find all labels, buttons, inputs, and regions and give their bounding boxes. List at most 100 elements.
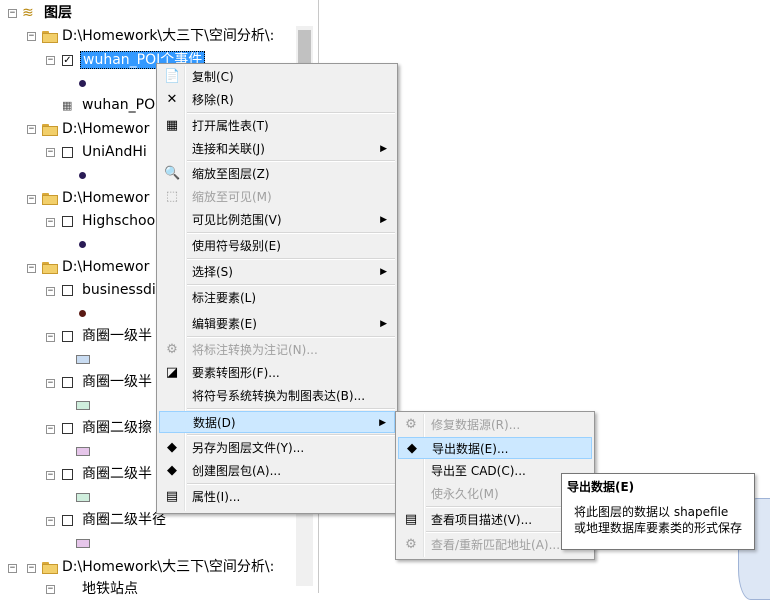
collapse-toggle[interactable]: − (46, 218, 55, 227)
layer-visibility-checkbox[interactable] (62, 216, 73, 227)
layer-name[interactable]: 商圈一级半 (82, 325, 152, 347)
layer-name[interactable]: 地铁站点 (82, 578, 138, 600)
tooltip-title: 导出数据(E) (567, 480, 635, 494)
tooltip-line: 将此图层的数据以 shapefile (574, 505, 729, 519)
menu-item-label: 缩放至图层(Z) (192, 167, 270, 181)
collapse-toggle[interactable]: − (46, 517, 55, 526)
layer-visibility-checkbox[interactable] (62, 147, 73, 158)
menu-item-label: 将标注转换为注记(N)... (192, 343, 318, 357)
collapse-toggle[interactable]: − (46, 379, 55, 388)
polygon-symbol-swatch (76, 355, 90, 364)
layer-visibility-checkbox[interactable] (62, 331, 73, 342)
folder-icon (42, 193, 58, 205)
group-path[interactable]: D:\Homework\大三下\空间分析\: (62, 556, 274, 578)
menu-item-label: 另存为图层文件(Y)... (192, 441, 305, 455)
layer-visibility-checkbox[interactable] (62, 377, 73, 388)
copy-icon: 📄 (164, 69, 181, 84)
collapse-toggle[interactable]: − (8, 564, 17, 573)
menu-item-label: 属性(I)... (192, 490, 241, 504)
folder-icon (42, 562, 58, 574)
context-menu-item-12[interactable]: ◪ 要素转图形(F)... (159, 362, 395, 384)
layer-name[interactable]: businessdi (82, 279, 156, 301)
point-symbol-icon (79, 80, 86, 87)
collapse-toggle[interactable]: − (27, 32, 36, 41)
menu-separator (187, 434, 395, 436)
menu-item-label: 修复数据源(R)... (431, 418, 521, 432)
submenu-arrow-icon: ▶ (380, 319, 387, 329)
context-menu-item-7[interactable]: 使用符号级别(E) (159, 235, 395, 257)
collapse-toggle[interactable]: − (8, 9, 17, 18)
context-menu-item-9[interactable]: 标注要素(L) (159, 287, 395, 309)
collapse-toggle[interactable]: − (27, 264, 36, 273)
context-menu-item-10[interactable]: 编辑要素(E) ▶ (159, 313, 395, 335)
feature-graphics-icon: ◪ (165, 365, 179, 380)
layers-stack-icon: ≋ (22, 5, 34, 21)
submenu-arrow-icon: ▶ (379, 418, 386, 428)
repair-source-icon: ⚙ (405, 417, 417, 432)
folder-icon (42, 31, 58, 43)
layer-name[interactable]: 商圈二级擦 (82, 417, 152, 439)
context-menu-item-1[interactable]: ✕ 移除(R) (159, 89, 395, 111)
zoom-layer-icon: 🔍 (164, 166, 181, 181)
menu-item-label: 可见比例范围(V) (192, 213, 282, 227)
collapse-toggle[interactable]: − (46, 287, 55, 296)
context-menu-item-0[interactable]: 📄 复制(C) (159, 66, 395, 88)
collapse-toggle[interactable]: − (46, 425, 55, 434)
layer-name[interactable]: UniAndHi (82, 141, 147, 163)
folder-icon (42, 124, 58, 136)
layer-visibility-checkbox[interactable] (62, 423, 73, 434)
collapse-toggle[interactable]: − (27, 125, 36, 134)
menu-item-label: 连接和关联(J) (192, 142, 265, 156)
collapse-toggle[interactable]: − (46, 56, 55, 65)
tooltip-description: 将此图层的数据以 shapefile 或地理数据库要素类的形式保存 (574, 504, 742, 536)
collapse-toggle[interactable]: − (27, 564, 36, 573)
layer-context-menu: 📄 复制(C) ✕ 移除(R) ▦ 打开属性表(T) 连接和关联(J) ▶ 🔍 缩放至图层(Z) ⬚… (156, 63, 398, 514)
layer-file-icon: ◆ (167, 440, 177, 455)
context-menu-item-15[interactable]: ◆ 另存为图层文件(Y)... (159, 437, 395, 459)
layer-visibility-checkbox[interactable] (62, 515, 73, 526)
data-submenu-item-1[interactable]: ◆ 导出数据(E)... (398, 437, 592, 459)
context-menu-item-14[interactable]: 数据(D) ▶ (159, 411, 395, 433)
context-menu-item-13[interactable]: 将符号系统转换为制图表达(B)... (159, 385, 395, 407)
context-menu-item-16[interactable]: ◆ 创建图层包(A)... (159, 460, 395, 482)
group-path[interactable]: D:\Homework\大三下\空间分析\: (62, 25, 274, 47)
layers-root-label[interactable]: 图层 (44, 2, 72, 24)
menu-separator (187, 160, 395, 162)
context-menu-item-2[interactable]: ▦ 打开属性表(T) (159, 115, 395, 137)
layer-name[interactable]: 商圈二级半径 (82, 509, 166, 531)
layer-name[interactable]: 商圈一级半 (82, 371, 152, 393)
collapse-toggle[interactable]: − (46, 333, 55, 342)
properties-icon: ▤ (165, 489, 179, 504)
menu-item-label: 数据(D) (193, 416, 236, 430)
collapse-toggle[interactable]: − (27, 195, 36, 204)
layer-visibility-checkbox[interactable] (62, 469, 73, 480)
polygon-symbol-swatch (76, 401, 90, 410)
group-path[interactable]: D:\Homewor (62, 256, 149, 278)
layer-name[interactable]: Highschoo (82, 210, 155, 232)
layer-visibility-checkbox[interactable] (62, 285, 73, 296)
menu-item-label: 查看项目描述(V)... (431, 513, 533, 527)
table-icon: ▦ (165, 118, 179, 133)
submenu-arrow-icon: ▶ (380, 215, 387, 225)
menu-separator (187, 408, 395, 410)
menu-item-label: 复制(C) (192, 70, 234, 84)
context-menu-item-8[interactable]: 选择(S) ▶ (159, 261, 395, 283)
layer-name[interactable]: 商圈二级半 (82, 463, 152, 485)
point-symbol-icon (79, 172, 86, 179)
layer-visibility-checkbox[interactable]: ✓ (62, 55, 73, 66)
table-layer-name[interactable]: wuhan_PO (82, 94, 155, 116)
menu-item-label: 编辑要素(E) (192, 317, 257, 331)
context-menu-item-3[interactable]: 连接和关联(J) ▶ (159, 138, 395, 160)
menu-separator (187, 336, 395, 338)
collapse-toggle[interactable]: − (46, 471, 55, 480)
group-path[interactable]: D:\Homewor (62, 187, 149, 209)
tooltip: 导出数据(E) 将此图层的数据以 shapefile 或地理数据库要素类的形式保… (561, 473, 755, 550)
context-menu-item-4[interactable]: 🔍 缩放至图层(Z) (159, 163, 395, 185)
menu-item-label: 打开属性表(T) (192, 119, 269, 133)
collapse-toggle[interactable]: − (46, 148, 55, 157)
group-path[interactable]: D:\Homewor (62, 118, 149, 140)
menu-item-label: 要素转图形(F)... (192, 366, 280, 380)
context-menu-item-17[interactable]: ▤ 属性(I)... (159, 486, 395, 508)
context-menu-item-6[interactable]: 可见比例范围(V) ▶ (159, 209, 395, 231)
menu-item-label: 使永久化(M) (431, 487, 499, 501)
